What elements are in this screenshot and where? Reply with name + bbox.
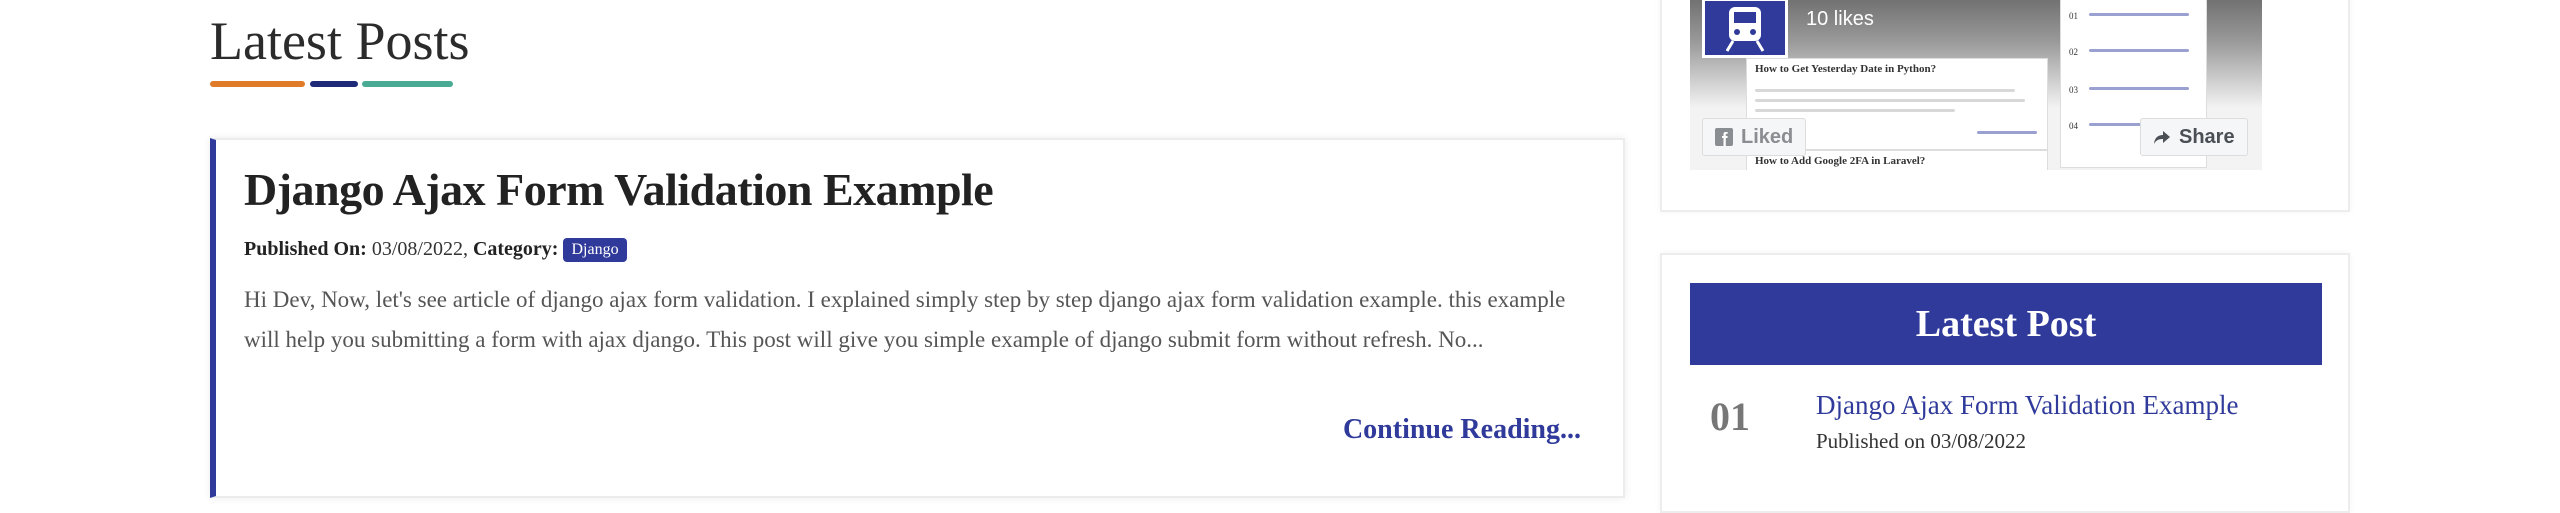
facebook-page-widget: How to Get Yesterday Date in Python? How…	[1660, 0, 2350, 212]
preview-list-num: 02	[2069, 47, 2078, 57]
latest-post-link[interactable]: Django Ajax Form Validation Example	[1816, 387, 2238, 423]
liked-label: Liked	[1741, 125, 1794, 148]
preview-text-line	[1977, 131, 2037, 134]
latest-post-header: Latest Post	[1690, 283, 2322, 365]
preview-list-num: 01	[2069, 11, 2078, 21]
section-title: Latest Posts	[210, 11, 470, 71]
preview-text-line	[1755, 89, 2015, 92]
underline-bar-orange	[210, 81, 305, 87]
latest-post-date: Published on 03/08/2022	[1816, 429, 2027, 453]
latest-post-number: 01	[1710, 394, 1750, 439]
share-icon	[2154, 131, 2170, 144]
liked-button[interactable]: Liked	[1702, 118, 1807, 156]
share-label: Share	[2179, 125, 2235, 148]
preview-text-line	[1755, 99, 2025, 102]
preview-list-line	[2089, 87, 2189, 90]
preview-list-line	[2089, 13, 2189, 16]
preview-post-title-2: How to Add Google 2FA in Laravel?	[1755, 155, 1926, 167]
underline-bar-navy	[310, 81, 358, 87]
post-meta: Published On: 03/08/2022, Category: Djan…	[244, 235, 627, 263]
preview-list-num: 04	[2069, 121, 2078, 131]
post-card: Django Ajax Form Validation Example Publ…	[210, 138, 1625, 498]
preview-list-num: 03	[2069, 85, 2078, 95]
preview-list-line	[2089, 49, 2189, 52]
preview-post-title: How to Get Yesterday Date in Python?	[1755, 63, 1937, 75]
page-avatar[interactable]	[1702, 0, 1788, 58]
underline-bar-teal	[362, 81, 453, 87]
published-date: 03/08/2022,	[371, 238, 468, 260]
preview-text-line	[1755, 109, 1955, 112]
published-label: Published On:	[244, 238, 367, 260]
facebook-icon	[1715, 128, 1733, 146]
share-button[interactable]: Share	[2140, 118, 2248, 156]
post-title[interactable]: Django Ajax Form Validation Example	[244, 160, 994, 220]
category-label: Category:	[472, 238, 559, 260]
facebook-page-preview[interactable]: How to Get Yesterday Date in Python? How…	[1690, 0, 2262, 170]
train-icon	[1725, 7, 1765, 52]
latest-post-heading: Latest Post	[1915, 303, 2097, 345]
continue-reading-link[interactable]: Continue Reading...	[1343, 410, 1581, 450]
post-excerpt: Hi Dev, Now, let's see article of django…	[244, 287, 1566, 352]
page-likes: 10 likes	[1806, 8, 1874, 30]
category-badge[interactable]: Django	[563, 238, 627, 262]
latest-post-widget: Latest Post 01 Django Ajax Form Validati…	[1660, 253, 2350, 513]
